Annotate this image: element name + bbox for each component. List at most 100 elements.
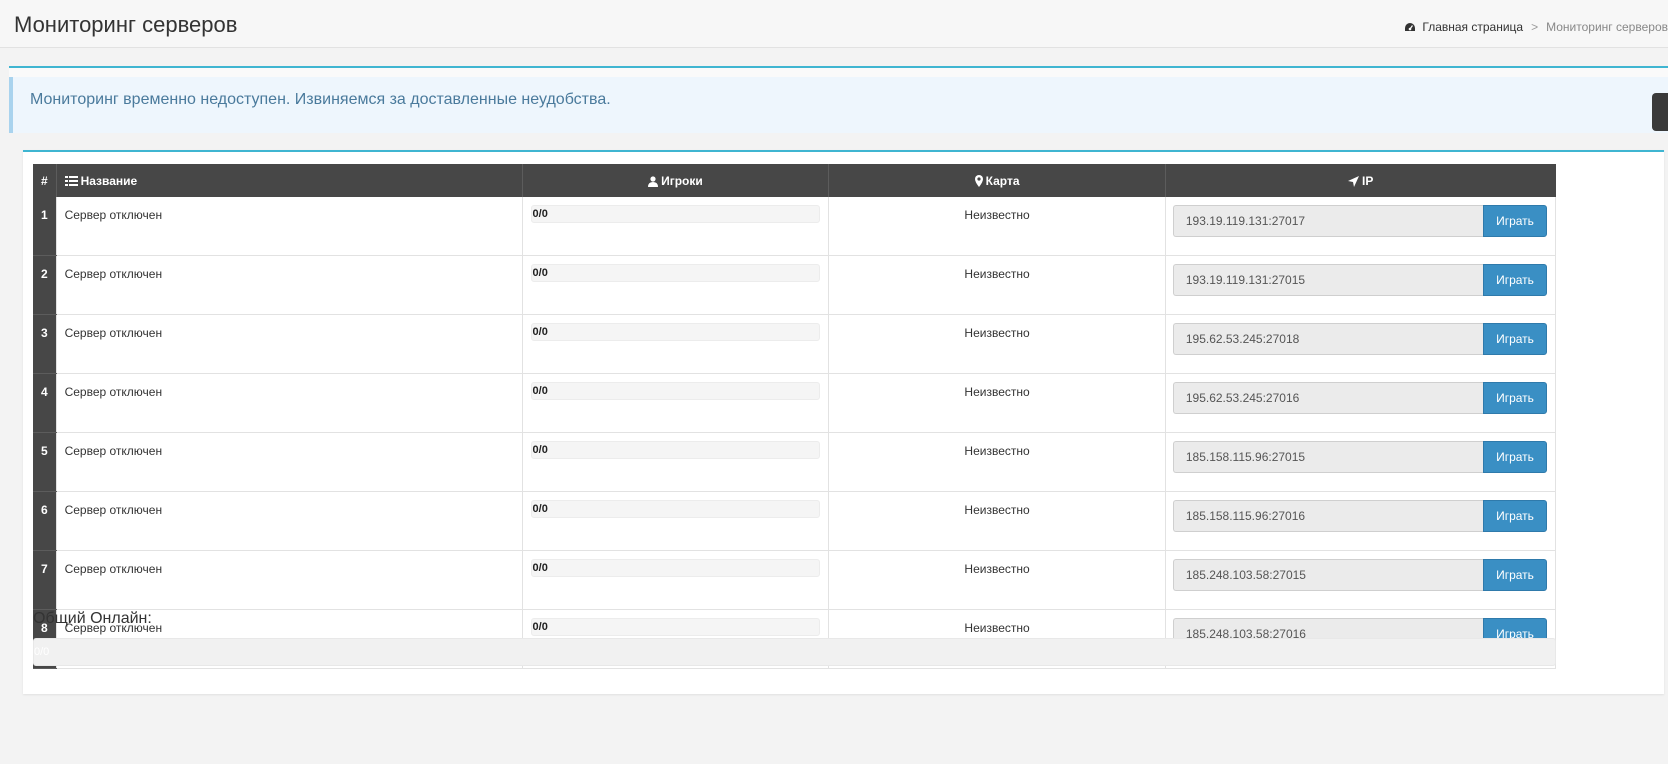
column-header-name-label: Название	[80, 173, 138, 188]
ip-cell: 193.19.119.131:27015 Играть	[1164, 255, 1557, 315]
ip-input-group: 185.158.115.96:27015 Играть	[1172, 441, 1547, 473]
players-progress: 0/0	[530, 500, 821, 518]
alert-info: Мониторинг временно недоступен. Извиняем…	[9, 77, 1668, 133]
ip-cell: 195.62.53.245:27018 Играть	[1164, 314, 1557, 374]
total-online-label: Общий Онлайн:	[33, 610, 152, 627]
play-button[interactable]: Играть	[1483, 323, 1547, 355]
server-name: Сервер отключен	[55, 373, 523, 433]
table-header-row: # Название Игроки Карта IP	[33, 164, 1556, 197]
ip-address-field[interactable]: 193.19.119.131:27017	[1172, 205, 1483, 237]
alert-text: Мониторинг временно недоступен. Извиняем…	[30, 91, 611, 108]
server-map: Неизвестно	[828, 255, 1166, 315]
row-number: 6	[33, 491, 57, 551]
players-progress: 0/0	[530, 559, 821, 577]
server-name: Сервер отключен	[55, 491, 523, 551]
map-marker-icon	[974, 175, 983, 188]
players-progress: 0/0	[530, 382, 821, 400]
table-row: 3 Сервер отключен 0/0 Неизвестно 195.62.…	[33, 314, 1557, 374]
players-cell: 0/0	[521, 255, 829, 315]
column-header-players[interactable]: Игроки	[521, 164, 829, 197]
total-online-progress: 0/0	[33, 638, 1556, 666]
ip-input-group: 185.158.115.96:27016 Играть	[1172, 500, 1547, 532]
top-header-bar: Мониторинг серверов Главная страница > М…	[0, 0, 1668, 48]
row-number: 3	[33, 314, 57, 374]
players-progress: 0/0	[530, 323, 821, 341]
table-row: 7 Сервер отключен 0/0 Неизвестно 185.248…	[33, 550, 1557, 610]
play-button[interactable]: Играть	[1483, 559, 1547, 591]
column-header-ip-label: IP	[1362, 173, 1374, 188]
row-number: 4	[33, 373, 57, 433]
row-number: 2	[33, 255, 57, 315]
list-icon	[64, 176, 78, 187]
server-map: Неизвестно	[828, 550, 1166, 610]
ip-cell: 185.248.103.58:27015 Играть	[1164, 550, 1557, 610]
column-header-name[interactable]: Название	[55, 164, 523, 197]
row-number: 1	[33, 197, 57, 256]
column-header-num: #	[33, 164, 57, 197]
ip-input-group: 193.19.119.131:27017 Играть	[1172, 205, 1547, 237]
ip-address-field[interactable]: 195.62.53.245:27016	[1172, 382, 1483, 414]
ip-address-field[interactable]: 185.158.115.96:27016	[1172, 500, 1483, 532]
play-button[interactable]: Играть	[1483, 382, 1547, 414]
players-cell: 0/0	[521, 550, 829, 610]
server-name: Сервер отключен	[55, 197, 523, 256]
side-settings-tab[interactable]	[1652, 93, 1668, 131]
ip-cell: 193.19.119.131:27017 Играть	[1164, 197, 1557, 256]
table-row: 1 Сервер отключен 0/0 Неизвестно 193.19.…	[33, 197, 1557, 256]
table-row: 6 Сервер отключен 0/0 Неизвестно 185.158…	[33, 491, 1557, 551]
server-map: Неизвестно	[828, 432, 1166, 492]
breadcrumb-home-label: Главная страница	[1422, 20, 1524, 34]
alert-panel: Мониторинг временно недоступен. Извиняем…	[9, 66, 1668, 133]
column-header-map-label: Карта	[985, 173, 1020, 188]
server-map: Неизвестно	[828, 373, 1166, 433]
column-header-map[interactable]: Карта	[828, 164, 1166, 197]
column-header-players-label: Игроки	[661, 173, 703, 188]
ip-address-field[interactable]: 193.19.119.131:27015	[1172, 264, 1483, 296]
breadcrumb: Главная страница > Мониторинг серверов	[1404, 20, 1668, 34]
table-row: 4 Сервер отключен 0/0 Неизвестно 195.62.…	[33, 373, 1557, 433]
players-cell: 0/0	[521, 197, 829, 256]
server-map: Неизвестно	[828, 314, 1166, 374]
breadcrumb-home-link[interactable]: Главная страница	[1404, 20, 1523, 34]
column-header-ip[interactable]: IP	[1164, 164, 1556, 197]
table-row: 5 Сервер отключен 0/0 Неизвестно 185.158…	[33, 432, 1557, 492]
location-arrow-icon	[1348, 175, 1359, 187]
ip-address-field[interactable]: 185.158.115.96:27015	[1172, 441, 1483, 473]
ip-cell: 195.62.53.245:27016 Играть	[1164, 373, 1557, 433]
ip-input-group: 195.62.53.245:27018 Играть	[1172, 323, 1547, 355]
players-cell: 0/0	[521, 491, 829, 551]
ip-cell: 185.158.115.96:27015 Играть	[1164, 432, 1557, 492]
ip-address-field[interactable]: 185.248.103.58:27015	[1172, 559, 1483, 591]
breadcrumb-current: Мониторинг серверов	[1546, 20, 1668, 34]
players-progress: 0/0	[530, 618, 821, 636]
players-progress: 0/0	[530, 441, 821, 459]
breadcrumb-separator: >	[1531, 20, 1539, 34]
ip-cell: 185.158.115.96:27016 Играть	[1164, 491, 1557, 551]
players-cell: 0/0	[521, 432, 829, 492]
server-map: Неизвестно	[828, 491, 1166, 551]
row-number: 5	[33, 432, 57, 492]
row-number: 7	[33, 550, 57, 610]
play-button[interactable]: Играть	[1483, 264, 1547, 296]
ip-input-group: 185.248.103.58:27015 Играть	[1172, 559, 1547, 591]
user-icon	[648, 176, 659, 187]
table-row: 2 Сервер отключен 0/0 Неизвестно 193.19.…	[33, 255, 1557, 315]
server-name: Сервер отключен	[55, 255, 523, 315]
players-progress: 0/0	[530, 264, 821, 282]
servers-table: # Название Игроки Карта IP 1 Сервер откл…	[33, 164, 1557, 669]
server-map: Неизвестно	[828, 197, 1166, 256]
ip-input-group: 195.62.53.245:27016 Играть	[1172, 382, 1547, 414]
play-button[interactable]: Играть	[1483, 205, 1547, 237]
server-name: Сервер отключен	[55, 550, 523, 610]
ip-address-field[interactable]: 195.62.53.245:27018	[1172, 323, 1483, 355]
dashboard-icon	[1405, 22, 1416, 31]
players-progress: 0/0	[530, 205, 821, 223]
play-button[interactable]: Играть	[1483, 441, 1547, 473]
server-name: Сервер отключен	[55, 314, 523, 374]
players-cell: 0/0	[521, 373, 829, 433]
server-name: Сервер отключен	[55, 432, 523, 492]
ip-input-group: 193.19.119.131:27015 Играть	[1172, 264, 1547, 296]
play-button[interactable]: Играть	[1483, 500, 1547, 532]
servers-panel: # Название Игроки Карта IP 1 Сервер откл…	[23, 150, 1664, 694]
page-title: Мониторинг серверов	[14, 12, 238, 37]
